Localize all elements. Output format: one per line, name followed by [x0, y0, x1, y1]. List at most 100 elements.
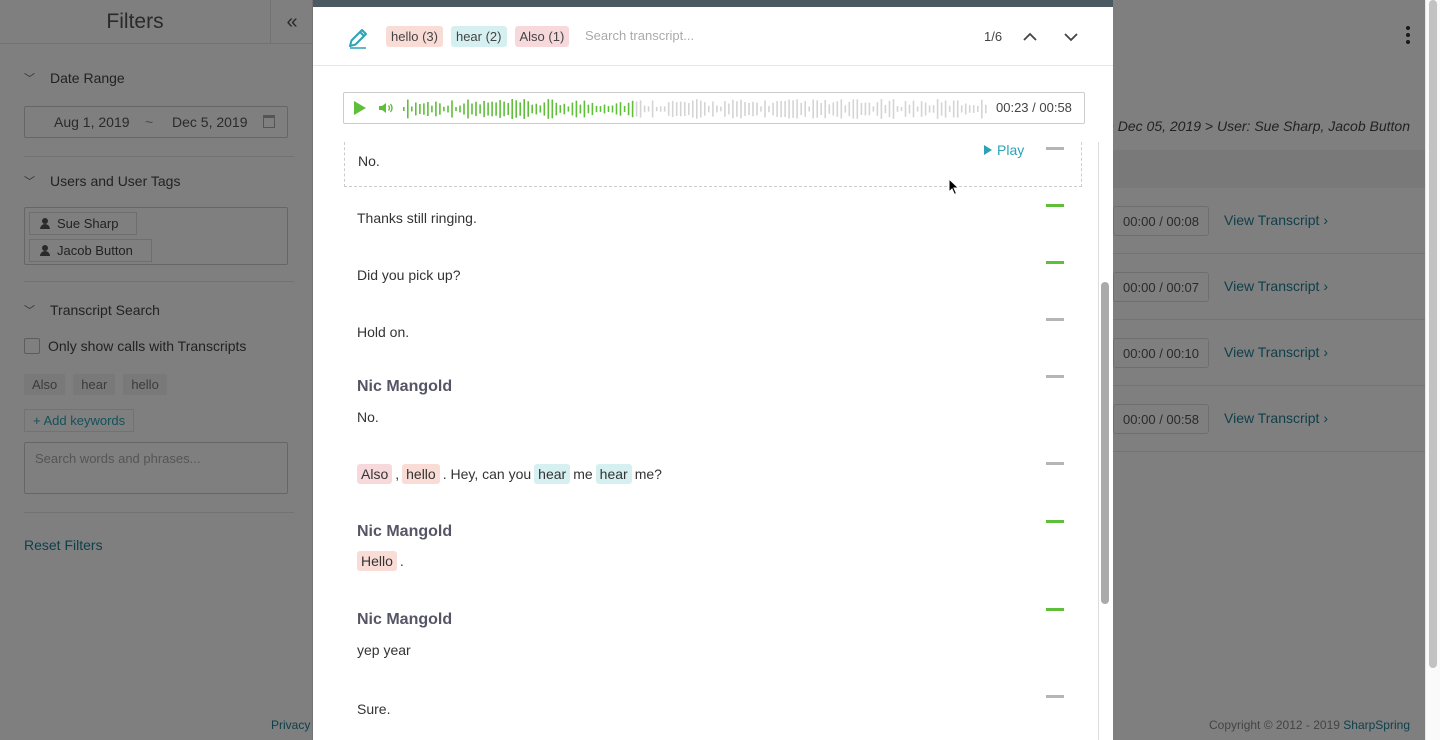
transcript-entry[interactable]: Did you pick up? — [357, 267, 1095, 283]
transcript-entry[interactable]: Thanks still ringing. — [357, 210, 1095, 226]
waveform-bar — [675, 102, 678, 116]
pencil-icon[interactable] — [347, 27, 369, 49]
transcript-entry[interactable]: Nic Mangold Hello . — [357, 523, 1095, 571]
waveform-bar — [487, 102, 489, 116]
waveform-bar — [607, 106, 610, 112]
waveform-bar — [503, 101, 505, 117]
waveform-bar — [760, 106, 762, 112]
transcript-entry[interactable]: No. — [344, 142, 1082, 187]
waveform-bar — [483, 100, 485, 118]
waveform-bar — [744, 102, 746, 116]
waveform-bar — [663, 106, 666, 112]
search-transcript-input[interactable]: Search transcript... — [585, 28, 694, 43]
waveform-bar — [407, 99, 409, 119]
waveform-bar — [848, 101, 851, 117]
highlight-also[interactable]: Also — [357, 464, 393, 484]
match-counter: 1/6 — [984, 29, 1003, 44]
speaker-name: Nic Mangold — [357, 523, 453, 540]
text-fragment: me — [573, 466, 593, 482]
transcript-entry[interactable]: Nic Mangold No. — [357, 378, 1095, 425]
keyword-badge-also[interactable]: Also (1) — [514, 26, 570, 47]
chevron-down-icon[interactable] — [1063, 29, 1079, 45]
waveform-bar — [812, 99, 814, 119]
transcript-entry[interactable]: Also , hello . Hey, can you hear me hear… — [357, 464, 1095, 484]
waveform-bar — [776, 101, 778, 117]
chevron-up-icon[interactable] — [1022, 29, 1038, 45]
transcript-entry[interactable]: Hold on. — [357, 324, 1095, 340]
waveform-bar — [708, 105, 710, 113]
waveform-bar — [916, 106, 919, 112]
transcript-text: Also , hello . Hey, can you hear me hear… — [357, 464, 1095, 484]
waveform-bar — [704, 102, 706, 116]
transcript-entry[interactable]: Sure. — [357, 701, 1095, 717]
transcript-text: yep year — [357, 642, 411, 658]
waveform-bar — [772, 102, 774, 116]
waveform-bar — [643, 105, 646, 113]
waveform-bar — [495, 102, 497, 116]
waveform-bar — [455, 107, 457, 112]
waveform-bar — [784, 101, 786, 117]
transcript-scrollbar-thumb[interactable] — [1101, 282, 1109, 604]
waveform-bar — [459, 105, 461, 113]
waveform-bar — [559, 105, 562, 113]
volume-icon[interactable] — [378, 101, 394, 115]
keyword-badge-hear[interactable]: hear (2) — [450, 26, 507, 47]
waveform-bar — [824, 99, 826, 119]
waveform-bar — [515, 100, 517, 118]
waveform-bar — [856, 99, 859, 119]
transcript-scrollbar-track[interactable] — [1098, 142, 1099, 740]
waveform-bar — [667, 102, 670, 116]
waveform-bar — [896, 106, 899, 112]
waveform-bar — [463, 103, 465, 115]
page-scrollbar-thumb[interactable] — [1429, 0, 1437, 668]
waveform-bar — [964, 103, 967, 115]
text-fragment: me? — [634, 466, 662, 482]
play-segment-button[interactable]: Play — [984, 142, 1024, 158]
text-fragment: . Hey, can you — [442, 466, 532, 482]
transcript-text: No. — [357, 409, 379, 425]
waveform-bar — [904, 101, 907, 117]
waveform-bar — [684, 101, 686, 116]
waveform-bar — [864, 102, 867, 116]
waveform-bar — [415, 102, 417, 116]
waveform-bar — [968, 105, 971, 113]
waveform-bar — [700, 100, 702, 118]
transcript-text: Did you pick up? — [357, 267, 461, 283]
text-fragment: . — [399, 553, 404, 569]
waveform-bar — [780, 100, 782, 118]
speaker-name: Nic Mangold — [357, 378, 453, 395]
transcript-text: Hello . — [357, 551, 1095, 571]
waveform-bar — [611, 105, 614, 113]
waveform-bar — [623, 106, 626, 112]
waveform-bar — [471, 103, 473, 115]
waveform-bar — [748, 102, 750, 116]
transcript-entry[interactable]: Nic Mangold yep year — [357, 611, 1095, 658]
transcript-text: Sure. — [357, 701, 391, 717]
audio-waveform[interactable] — [402, 97, 988, 121]
highlight-hello[interactable]: hello — [402, 464, 440, 484]
waveform-bar — [615, 103, 618, 115]
waveform-bar — [880, 99, 883, 119]
highlight-hear[interactable]: hear — [595, 464, 632, 484]
segment-marker — [1046, 147, 1064, 150]
waveform-bar — [876, 102, 879, 116]
keyword-badge-hello[interactable]: hello (3) — [386, 26, 443, 47]
waveform-bar — [547, 99, 550, 119]
waveform-bar — [796, 99, 798, 119]
segment-marker — [1046, 695, 1064, 698]
page-scrollbar[interactable] — [1425, 0, 1440, 740]
waveform-bar — [539, 105, 542, 113]
waveform-bar — [647, 106, 650, 112]
play-icon[interactable] — [354, 101, 366, 115]
audio-player: 00:23 / 00:58 — [343, 92, 1085, 124]
waveform-bar — [519, 102, 521, 116]
waveform-bar — [651, 100, 654, 118]
transcript-list: No. Play Thanks still ringing. Did you p… — [313, 142, 1113, 740]
waveform-bar — [419, 104, 421, 114]
highlight-hello[interactable]: Hello — [357, 551, 397, 571]
waveform-bar — [944, 100, 947, 118]
highlight-hear[interactable]: hear — [534, 464, 571, 484]
waveform-bar — [936, 99, 939, 119]
waveform-bar — [423, 103, 425, 115]
waveform-bar — [696, 99, 698, 119]
